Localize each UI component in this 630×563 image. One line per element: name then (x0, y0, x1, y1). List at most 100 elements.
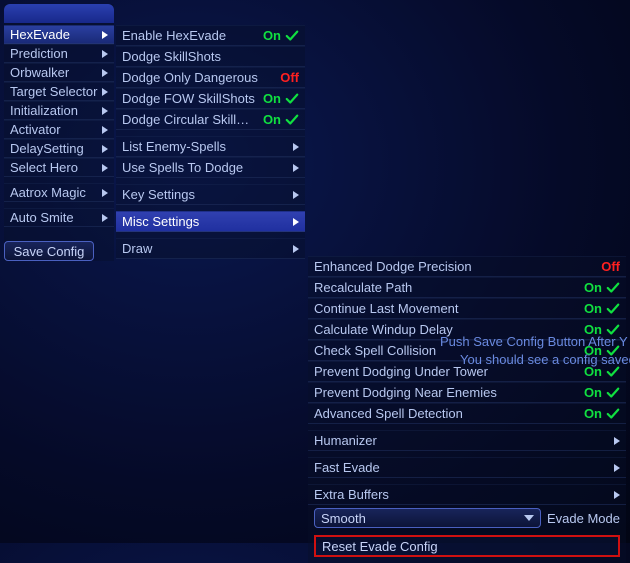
misc-item[interactable]: Check Spell Collision On (308, 340, 626, 361)
misc-item[interactable]: Prevent Dodging Near EnemiesOn (308, 382, 626, 403)
menu-item-aatrox-magic[interactable]: Aatrox Magic (4, 183, 114, 202)
toggle-state: On (263, 91, 281, 106)
chevron-right-icon (614, 464, 620, 472)
submenu-item[interactable]: Enable HexEvade On (116, 25, 305, 46)
chevron-right-icon (102, 214, 108, 222)
menu-item-label: Enable HexEvade (122, 28, 257, 43)
menu-item-label: Dodge FOW SkillShots (122, 91, 257, 106)
misc-item[interactable]: Continue Last Movement On (308, 298, 626, 319)
menu-item-label: Use Spells To Dodge (122, 160, 289, 175)
menu-item-label: Activator (10, 122, 98, 137)
menu-item-label: Dodge Only Dangerous (122, 70, 274, 85)
check-icon (606, 281, 620, 295)
menu-item-label: Dodge Circular SkillShots (122, 112, 257, 127)
submenu-item[interactable]: Use Spells To Dodge (116, 157, 305, 178)
menu-item-label: Draw (122, 241, 289, 256)
submenu-item[interactable]: List Enemy-Spells (116, 136, 305, 157)
menu-item-label: Enhanced Dodge Precision (314, 259, 595, 274)
chevron-right-icon (102, 189, 108, 197)
dropdown-value: Smooth (321, 511, 366, 526)
check-icon (606, 386, 620, 400)
menu-item-label: Calculate Windup Delay (314, 322, 578, 337)
misc-item[interactable]: Calculate Windup Delay On (308, 319, 626, 340)
submenu-item[interactable]: Dodge Only Dangerous Off (116, 67, 305, 88)
check-icon (606, 344, 620, 358)
submenu-item[interactable]: Draw (116, 238, 305, 259)
misc-item[interactable]: Enhanced Dodge Precision Off (308, 256, 626, 277)
misc-item[interactable]: Recalculate PathOn (308, 277, 626, 298)
toggle-state: On (584, 301, 602, 316)
menu-item-label: Prediction (10, 46, 98, 61)
save-config-button[interactable]: Save Config (4, 241, 94, 261)
check-icon (285, 92, 299, 106)
misc-item[interactable]: Prevent Dodging Under Tower On (308, 361, 626, 382)
chevron-right-icon (102, 164, 108, 172)
submenu-item[interactable]: Dodge Circular SkillShots On (116, 109, 305, 130)
menu-item[interactable]: Initialization (4, 101, 114, 120)
chevron-right-icon (614, 437, 620, 445)
toggle-state: On (584, 322, 602, 337)
menu-item-label: Aatrox Magic (10, 185, 98, 200)
chevron-right-icon (614, 491, 620, 499)
check-icon (285, 113, 299, 127)
menu-item-label: Auto Smite (10, 210, 98, 225)
menu-item-label: Select Hero (10, 160, 98, 175)
misc-item[interactable]: Advanced Spell DetectionOn (308, 403, 626, 424)
chevron-right-icon (293, 245, 299, 253)
menu-item-label: Prevent Dodging Under Tower (314, 364, 578, 379)
menu-item[interactable]: Target Selector (4, 82, 114, 101)
toggle-state: On (263, 28, 281, 43)
toggle-state: On (584, 364, 602, 379)
chevron-right-icon (293, 191, 299, 199)
toggle-state: On (584, 385, 602, 400)
menu-item-label: List Enemy-Spells (122, 139, 289, 154)
submenu-item[interactable]: Dodge SkillShots (116, 46, 305, 67)
evade-mode-dropdown[interactable]: Smooth (314, 508, 541, 528)
misc-settings-submenu: Enhanced Dodge Precision Off Recalculate P… (308, 256, 626, 563)
menu-tab-header (4, 4, 114, 23)
chevron-down-icon (524, 515, 534, 521)
menu-item-label: Fast Evade (314, 460, 610, 475)
toggle-state: Off (280, 70, 299, 85)
check-icon (606, 407, 620, 421)
misc-item[interactable]: Fast Evade (308, 457, 626, 478)
toggle-state: On (263, 112, 281, 127)
chevron-right-icon (102, 126, 108, 134)
submenu-item[interactable]: Misc Settings (116, 211, 305, 232)
evade-mode-row: Smooth Evade Mode (308, 505, 626, 531)
evade-mode-label: Evade Mode (547, 511, 620, 526)
submenu-item[interactable]: Dodge FOW SkillShots On (116, 88, 305, 109)
menu-item-label: Initialization (10, 103, 98, 118)
menu-item-label: Humanizer (314, 433, 610, 448)
menu-item-auto-smite[interactable]: Auto Smite (4, 208, 114, 227)
toggle-state: Off (601, 259, 620, 274)
menu-item[interactable]: DelaySetting (4, 139, 114, 158)
reset-evade-config-button[interactable]: Reset Evade Config (314, 535, 620, 557)
menu-item[interactable]: Orbwalker (4, 63, 114, 82)
misc-item[interactable]: Extra Buffers (308, 484, 626, 505)
chevron-right-icon (102, 88, 108, 96)
toggle-state: On (584, 280, 602, 295)
check-icon (606, 323, 620, 337)
menu-item-label: Advanced Spell Detection (314, 406, 578, 421)
submenu-item[interactable]: Key Settings (116, 184, 305, 205)
menu-item-label: Check Spell Collision (314, 343, 578, 358)
menu-item[interactable]: Activator (4, 120, 114, 139)
menu-item-label: Continue Last Movement (314, 301, 578, 316)
check-icon (606, 302, 620, 316)
menu-item[interactable]: HexEvade (4, 25, 114, 44)
chevron-right-icon (102, 31, 108, 39)
chevron-right-icon (293, 143, 299, 151)
check-icon (285, 29, 299, 43)
menu-item[interactable]: Select Hero (4, 158, 114, 177)
menu-item-label: Misc Settings (122, 214, 289, 229)
menu-item-label: Key Settings (122, 187, 289, 202)
menu-item-label: HexEvade (10, 27, 98, 42)
menu-item-label: Dodge SkillShots (122, 49, 299, 64)
misc-item[interactable]: Humanizer (308, 430, 626, 451)
main-menu: HexEvade Prediction OrbwalkerTarget Select… (4, 4, 114, 261)
chevron-right-icon (102, 50, 108, 58)
chevron-right-icon (293, 164, 299, 172)
menu-item[interactable]: Prediction (4, 44, 114, 63)
toggle-state: On (584, 343, 602, 358)
